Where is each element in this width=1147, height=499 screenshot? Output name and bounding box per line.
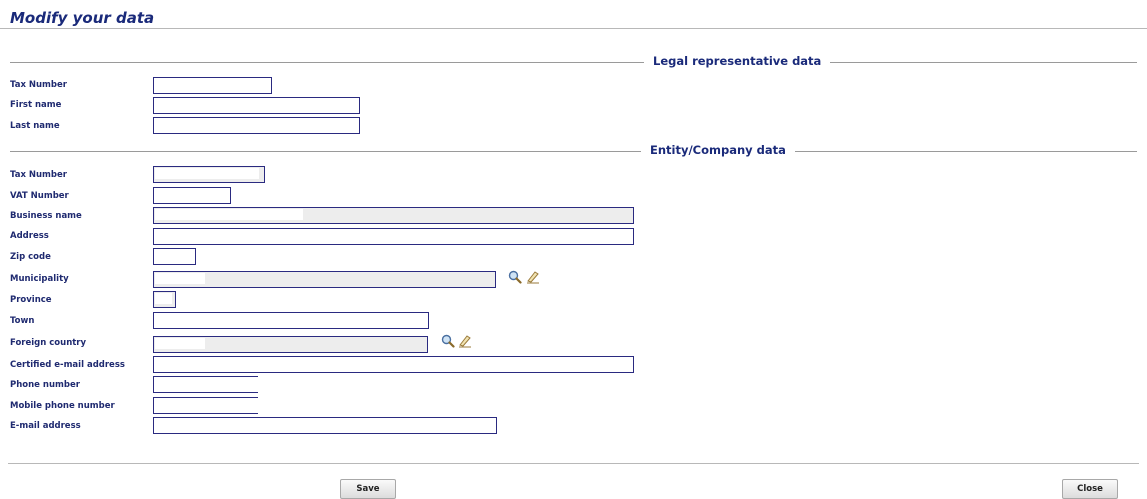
pec-input[interactable] [153,356,634,373]
close-button[interactable]: Close [1062,479,1118,499]
zip-code-input[interactable] [153,248,196,265]
footer-divider [8,463,1139,464]
eraser-icon[interactable] [458,334,472,348]
section-divider [10,151,1137,152]
address-label: Address [10,231,49,241]
business-name-label: Business name [10,211,82,221]
redacted-value [155,338,205,349]
legal-tax-number-input[interactable] [153,77,272,94]
address-input[interactable] [153,228,634,245]
redacted-value [155,209,303,220]
mobile-label: Mobile phone number [10,401,115,411]
legal-section-header: Legal representative data [10,54,1137,70]
province-label: Province [10,295,52,305]
phone-label: Phone number [10,380,80,390]
email-label: E-mail address [10,421,81,431]
legal-tax-number-label: Tax Number [10,80,67,90]
page-title: Modify your data [10,9,155,27]
vat-number-input[interactable] [153,187,231,204]
section-divider [10,62,1137,63]
phone-input[interactable] [153,376,258,393]
first-name-label: First name [10,100,62,110]
search-icon[interactable] [508,270,522,284]
zip-code-label: Zip code [10,252,51,262]
company-section-title: Entity/Company data [641,143,795,157]
legal-section-title: Legal representative data [644,54,831,68]
title-divider [0,28,1147,29]
first-name-input[interactable] [153,97,360,114]
redacted-value [155,273,205,284]
town-label: Town [10,316,35,326]
last-name-input[interactable] [153,117,360,134]
company-section-header: Entity/Company data [10,143,1137,159]
mobile-input[interactable] [153,397,258,414]
eraser-icon[interactable] [526,270,540,284]
redacted-value [155,293,172,304]
vat-number-label: VAT Number [10,191,69,201]
town-input[interactable] [153,312,429,329]
email-input[interactable] [153,417,497,434]
company-tax-number-label: Tax Number [10,170,67,180]
redacted-value [155,168,259,179]
last-name-label: Last name [10,121,60,131]
search-icon[interactable] [441,334,455,348]
foreign-country-label: Foreign country [10,338,87,348]
save-button[interactable]: Save [340,479,396,499]
pec-label: Certified e-mail address [10,360,125,370]
municipality-label: Municipality [10,274,69,284]
